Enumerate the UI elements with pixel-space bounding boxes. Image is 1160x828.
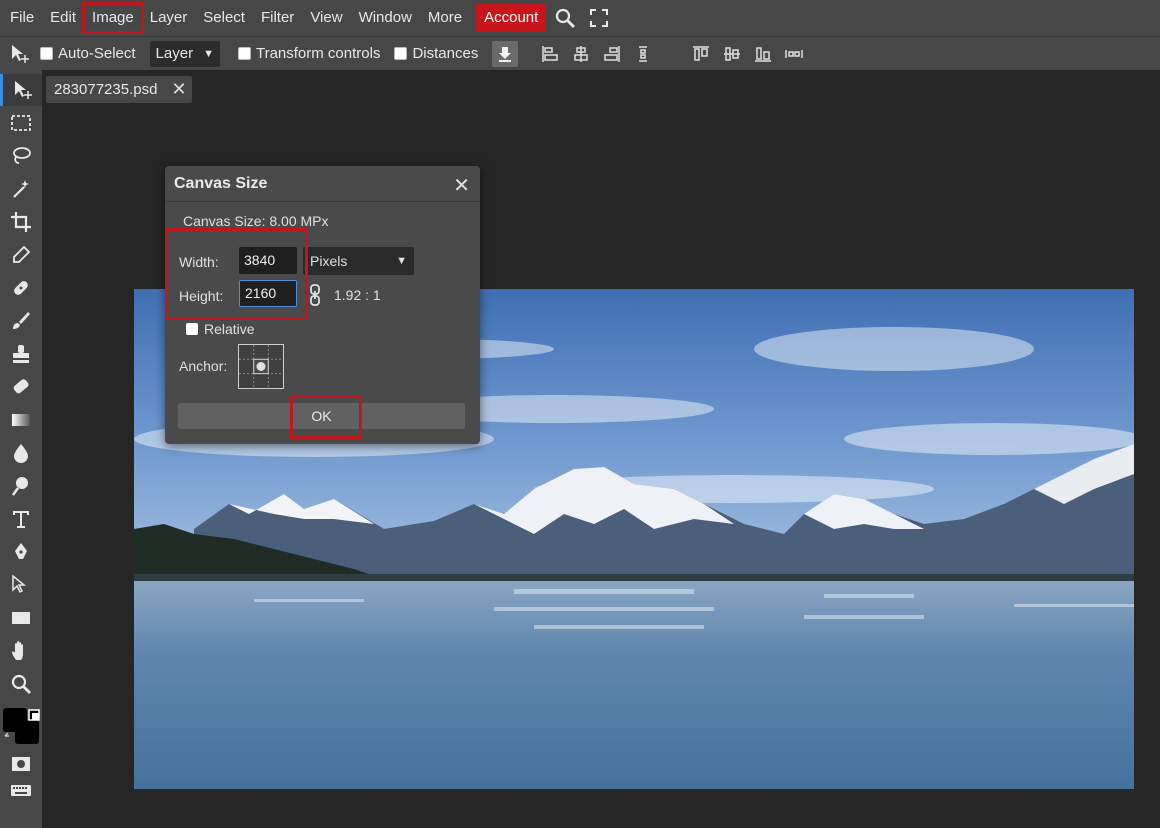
align-hcenter-icon[interactable]: [567, 41, 595, 67]
chevron-down-icon: ▼: [203, 47, 214, 60]
download-icon[interactable]: [492, 40, 519, 67]
checkbox-box[interactable]: [237, 47, 251, 60]
lasso-tool-icon[interactable]: [0, 140, 42, 172]
gradient-tool-icon[interactable]: [0, 404, 42, 436]
menu-view[interactable]: View: [302, 4, 350, 32]
magic-wand-icon[interactable]: [0, 173, 42, 205]
document-tab[interactable]: 283077235.psd ✕: [46, 76, 192, 103]
menu-edit[interactable]: Edit: [42, 4, 84, 32]
menu-more[interactable]: More: [420, 4, 470, 32]
ok-button[interactable]: OK: [178, 403, 465, 429]
color-swatches-icon[interactable]: [0, 706, 42, 746]
menu-window[interactable]: Window: [351, 4, 420, 32]
align-bottom-icon[interactable]: [749, 41, 777, 67]
align-left-icon[interactable]: [536, 41, 564, 67]
path-selection-icon[interactable]: [0, 569, 42, 601]
distribute-horizontal-icon[interactable]: [780, 41, 808, 67]
transform-controls-label: Transform controls: [255, 45, 381, 62]
menu-file[interactable]: File: [2, 4, 42, 32]
align-top-icon[interactable]: [687, 41, 715, 67]
account-button[interactable]: Account: [476, 4, 547, 32]
menu-layer[interactable]: Layer: [142, 4, 196, 32]
unit-select[interactable]: Pixels ▼: [303, 247, 414, 275]
crop-tool-icon[interactable]: [0, 206, 42, 238]
clone-stamp-icon[interactable]: [0, 338, 42, 370]
menu-bar: File Edit Image Layer Select Filter View…: [0, 0, 1160, 36]
close-icon[interactable]: ✕: [453, 173, 470, 198]
menu-filter[interactable]: Filter: [253, 4, 302, 32]
link-chain-icon[interactable]: [308, 284, 322, 306]
fullscreen-icon[interactable]: [584, 4, 614, 32]
zoom-tool-icon[interactable]: [0, 668, 42, 700]
document-tab-filename: 283077235.psd: [54, 81, 158, 98]
layer-select-value: Layer: [155, 45, 194, 62]
auto-select-checkbox[interactable]: Auto-Select: [40, 45, 136, 62]
menu-image[interactable]: Image: [82, 2, 144, 34]
distances-checkbox[interactable]: Distances: [394, 45, 478, 62]
relative-checkbox[interactable]: Relative: [186, 321, 255, 337]
marquee-tool-icon[interactable]: [0, 107, 42, 139]
checkbox-box[interactable]: [40, 47, 53, 60]
width-input[interactable]: 3840: [239, 247, 297, 274]
tools-panel: [0, 70, 42, 828]
auto-select-label: Auto-Select: [58, 45, 136, 62]
distribute-vertical-icon[interactable]: [629, 41, 657, 67]
checkbox-box[interactable]: [394, 47, 408, 60]
checkbox-box[interactable]: [186, 323, 198, 335]
chevron-down-icon: ▼: [396, 255, 407, 267]
rectangle-tool-icon[interactable]: [0, 602, 42, 634]
search-icon[interactable]: [550, 4, 580, 32]
menu-select[interactable]: Select: [195, 4, 253, 32]
align-right-icon[interactable]: [598, 41, 626, 67]
canvas-size-info: Canvas Size: 8.00 MPx: [183, 213, 329, 229]
type-tool-icon[interactable]: [0, 503, 42, 535]
align-vcenter-icon[interactable]: [718, 41, 746, 67]
dialog-title: Canvas Size: [165, 166, 480, 202]
anchor-grid[interactable]: [238, 344, 284, 389]
close-icon[interactable]: ✕: [171, 79, 186, 100]
options-bar: Auto-Select Layer ▼ Transform controls D…: [0, 36, 1160, 70]
keyboard-icon[interactable]: [0, 774, 42, 806]
anchor-label: Anchor:: [179, 358, 228, 374]
pen-tool-icon[interactable]: [0, 536, 42, 568]
aspect-ratio: 1.92 : 1: [334, 287, 381, 303]
transform-controls-checkbox[interactable]: Transform controls: [237, 45, 381, 62]
layer-select[interactable]: Layer ▼: [149, 40, 220, 67]
eyedropper-icon[interactable]: [0, 239, 42, 271]
dodge-tool-icon[interactable]: [0, 470, 42, 502]
distances-label: Distances: [412, 45, 479, 62]
brush-tool-icon[interactable]: [0, 305, 42, 337]
height-label: Height:: [179, 288, 224, 304]
blur-tool-icon[interactable]: [0, 437, 42, 469]
relative-label: Relative: [204, 321, 255, 337]
eraser-tool-icon[interactable]: [0, 371, 42, 403]
hand-tool-icon[interactable]: [0, 635, 42, 667]
healing-brush-icon[interactable]: [0, 272, 42, 304]
move-tool-icon: [0, 43, 40, 65]
unit-select-value: Pixels: [310, 253, 348, 269]
height-input[interactable]: 2160: [239, 280, 297, 307]
canvas-size-dialog: Canvas Size ✕ Canvas Size: 8.00 MPx Widt…: [165, 166, 480, 444]
width-label: Width:: [179, 254, 219, 270]
move-tool-icon[interactable]: [0, 74, 42, 106]
